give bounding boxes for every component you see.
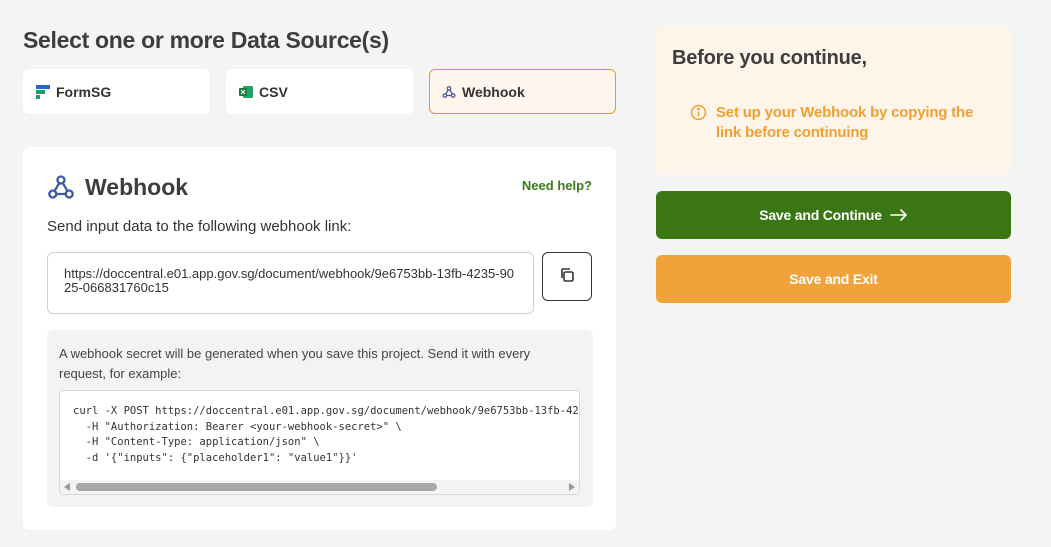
curl-example-code-block[interactable]: curl -X POST https://doccentral.e01.app.… — [59, 390, 580, 495]
webhook-panel: Webhook Need help? Send input data to th… — [23, 147, 616, 530]
notice-title: Before you continue, — [672, 47, 867, 69]
horizontal-scrollbar[interactable] — [60, 480, 579, 494]
scroll-right-icon[interactable] — [569, 483, 575, 491]
code-lines: curl -X POST https://doccentral.e01.app.… — [73, 404, 579, 466]
scrollbar-thumb[interactable] — [76, 483, 437, 491]
excel-csv-icon — [239, 85, 253, 99]
need-help-link[interactable]: Need help? — [522, 178, 592, 193]
source-card-csv[interactable]: CSV — [226, 69, 413, 114]
webhook-panel-header: Webhook — [47, 173, 188, 201]
code-line: -d '{"inputs": {"placeholder1": "value1"… — [73, 451, 358, 464]
save-and-continue-button[interactable]: Save and Continue — [656, 191, 1011, 239]
code-line: -H "Authorization: Bearer <your-webhook-… — [73, 420, 402, 433]
webhook-secret-info: A webhook secret will be generated when … — [47, 330, 593, 507]
notice-text: Set up your Webhook by copying the link … — [716, 104, 974, 141]
webhook-panel-title: Webhook — [85, 173, 189, 200]
source-card-webhook[interactable]: Webhook — [429, 69, 616, 114]
source-card-formsg[interactable]: FormSG — [23, 69, 210, 114]
source-card-label: FormSG — [56, 83, 112, 100]
scroll-left-icon[interactable] — [64, 483, 70, 491]
webhook-icon — [442, 85, 456, 99]
webhook-icon — [47, 173, 75, 201]
source-card-label: Webhook — [462, 83, 525, 100]
save-and-exit-label: Save and Exit — [789, 271, 878, 287]
notice-message: Set up your Webhook by copying the link … — [690, 103, 986, 143]
source-card-label: CSV — [259, 83, 288, 100]
code-line: -H "Content-Type: application/json" \ — [73, 436, 320, 448]
copy-icon — [559, 267, 575, 286]
webhook-url-field[interactable]: https://doccentral.e01.app.gov.sg/docume… — [47, 252, 534, 314]
formsg-logo-icon — [36, 84, 50, 99]
save-and-exit-button[interactable]: Save and Exit — [656, 255, 1011, 303]
before-continue-notice: Before you continue, Set up your Webhook… — [656, 26, 1011, 175]
arrow-right-icon — [890, 209, 908, 221]
webhook-secret-text: A webhook secret will be generated when … — [59, 346, 531, 381]
page-title: Select one or more Data Source(s) — [23, 27, 389, 53]
copy-url-button[interactable] — [542, 252, 592, 301]
save-and-continue-label: Save and Continue — [759, 207, 882, 223]
code-line: curl -X POST https://doccentral.e01.app.… — [73, 405, 579, 417]
info-icon — [690, 104, 707, 121]
send-data-label: Send input data to the following webhook… — [47, 218, 352, 235]
